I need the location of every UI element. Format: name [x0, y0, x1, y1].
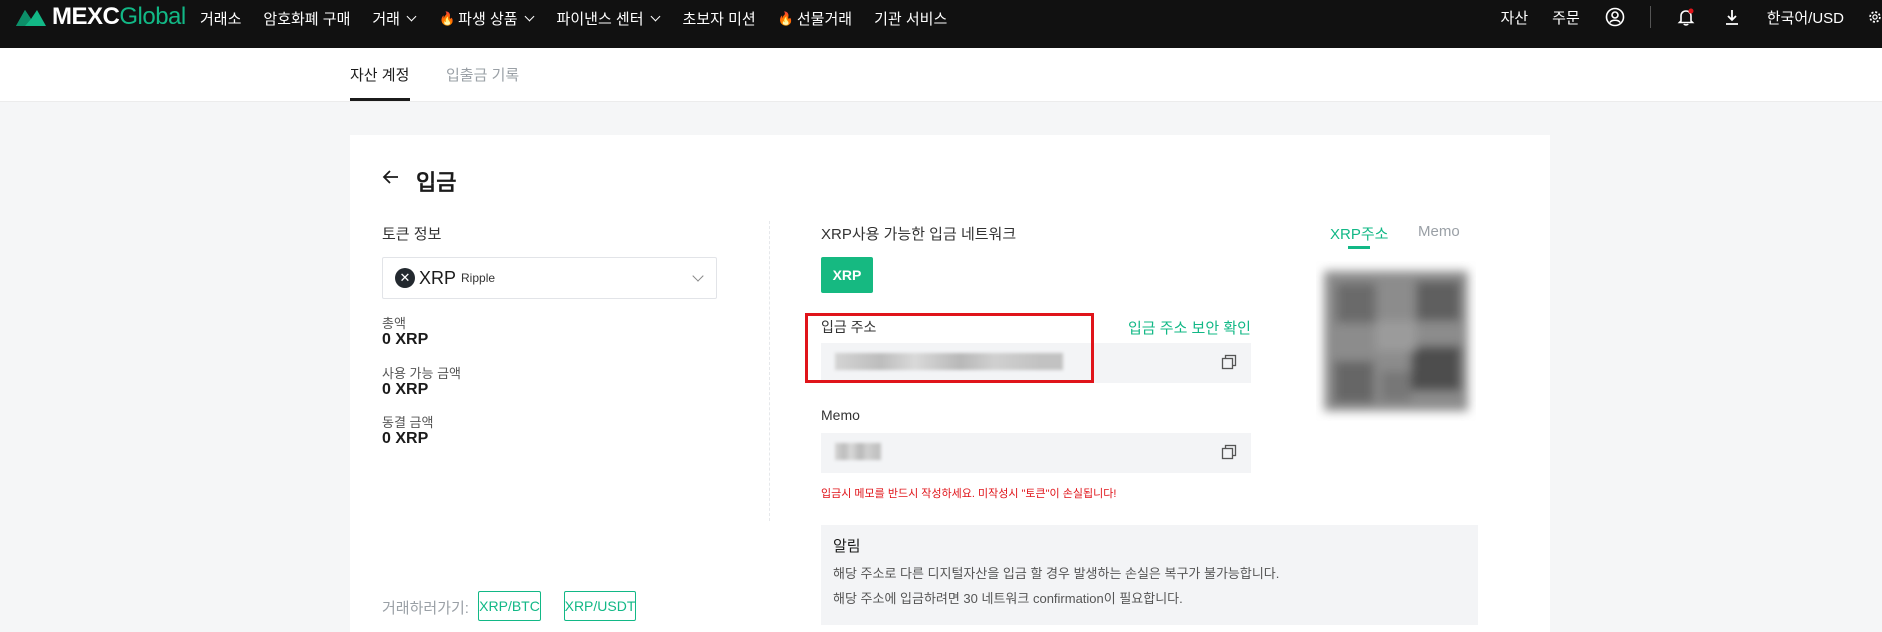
chevron-down-icon: [524, 11, 534, 22]
available-balance-label: 사용 가능 금액: [382, 366, 461, 381]
memo-label: Memo: [821, 407, 860, 423]
frozen-balance-value: 0 XRP: [382, 430, 429, 447]
nav-label: 암호화폐 구매: [263, 11, 351, 28]
nav-label: 거래: [372, 11, 400, 28]
account-tabs-bar: 자산 계정 입출금 기록: [0, 48, 1882, 102]
network-xrp-button[interactable]: XRP: [821, 257, 873, 293]
mexc-logo-icon: [16, 10, 46, 26]
nav-beginner-missions[interactable]: 초보자 미션: [683, 8, 756, 29]
bell-icon[interactable]: [1675, 6, 1697, 28]
back-arrow-icon[interactable]: [382, 168, 400, 192]
brand-suffix: Global: [119, 3, 186, 30]
nav-right-group: 자산 주문 한국어/USD: [1501, 6, 1882, 28]
chevron-down-icon: [406, 11, 417, 22]
memo-field[interactable]: [821, 433, 1251, 473]
active-tab-indicator: [350, 98, 410, 101]
main-menu: 거래소 암호화폐 구매 거래 🔥 파생 상품 파이낸스 센터 초보자 미션 🔥 선물…: [200, 8, 947, 29]
nav-exchange[interactable]: 거래소: [200, 8, 241, 29]
tab-memo[interactable]: Memo: [1418, 223, 1460, 240]
user-icon[interactable]: [1604, 6, 1626, 28]
chevron-down-icon: [692, 270, 704, 282]
tab-deposit-withdraw-history[interactable]: 입출금 기록: [446, 64, 519, 85]
nav-assets[interactable]: 자산: [1501, 7, 1529, 28]
brand-name: MEXC: [52, 3, 120, 30]
deposit-card: 입금 토큰 정보 ✕ XRP Ripple 총액 0 XRP 사용 가능 금액 …: [350, 135, 1550, 632]
verify-address-link[interactable]: 입금 주소 보안 확인: [1128, 317, 1251, 338]
go-trade-label: 거래하러가기:: [382, 600, 469, 617]
nav-label: 선물거래: [796, 11, 853, 28]
xrp-coin-icon: ✕: [395, 268, 415, 288]
tab-xrp-address[interactable]: XRP주소: [1330, 223, 1388, 244]
copy-icon[interactable]: [1221, 444, 1237, 460]
nav-futures[interactable]: 🔥 선물거래: [778, 8, 852, 29]
token-info-label: 토큰 정보: [382, 226, 442, 243]
nav-orders[interactable]: 주문: [1552, 7, 1580, 28]
total-balance-value: 0 XRP: [382, 331, 429, 348]
highlight-annotation: [805, 313, 1094, 383]
gear-icon[interactable]: [1868, 6, 1882, 28]
nav-divider: [1649, 6, 1651, 28]
nav-label: 파이낸스 센터: [556, 11, 644, 28]
token-symbol: XRP: [419, 267, 457, 288]
frozen-balance-label: 동결 금액: [382, 415, 434, 430]
memo-warning: 입금시 메모를 반드시 작성하세요. 미작성시 "토큰"이 손실됩니다!: [821, 488, 1117, 500]
fire-icon: 🔥: [438, 10, 456, 26]
pair-xrp-btc-button[interactable]: XRP/BTC: [478, 591, 541, 621]
brand-logo[interactable]: MEXCGlobal: [14, 3, 186, 30]
nav-derivatives[interactable]: 🔥 파생 상품: [439, 8, 535, 29]
total-balance-label: 총액: [382, 316, 406, 331]
qr-tab-indicator: [1348, 246, 1370, 249]
nav-label: 파생 상품: [458, 11, 518, 28]
language-currency-selector[interactable]: 한국어/USD: [1767, 7, 1844, 28]
download-icon[interactable]: [1721, 6, 1743, 28]
chevron-down-icon: [650, 11, 660, 22]
page-title: 입금: [416, 170, 457, 195]
nav-label: 초보자 미션: [682, 11, 756, 28]
nav-buy-crypto[interactable]: 암호화폐 구매: [263, 8, 350, 29]
nav-institutional[interactable]: 기관 서비스: [874, 8, 947, 29]
nav-trade[interactable]: 거래: [372, 8, 417, 29]
notice-line: 해당 주소에 입금하려면 30 네트워크 confirmation이 필요합니다…: [833, 591, 1183, 606]
token-select[interactable]: ✕ XRP Ripple: [382, 257, 717, 299]
top-navigation: MEXCGlobal 거래소 암호화폐 구매 거래 🔥 파생 상품 파이낸스 센터…: [0, 0, 1882, 48]
qr-code-image: [1316, 261, 1476, 421]
nav-label: 거래소: [200, 11, 242, 28]
notice-box: 알림 해당 주소로 다른 디지털자산을 입금 할 경우 발생하는 손실은 복구가…: [821, 525, 1478, 625]
pair-xrp-usdt-button[interactable]: XRP/USDT: [564, 591, 636, 621]
copy-icon[interactable]: [1221, 354, 1237, 370]
tab-asset-account[interactable]: 자산 계정: [350, 64, 409, 85]
fire-icon: 🔥: [777, 10, 794, 26]
notice-title: 알림: [833, 538, 861, 555]
nav-label: 기관 서비스: [874, 11, 948, 28]
token-name: Ripple: [461, 271, 496, 285]
network-label: XRP사용 가능한 입금 네트워크: [821, 226, 1017, 243]
column-divider: [769, 221, 770, 521]
available-balance-value: 0 XRP: [382, 381, 429, 398]
notice-line: 해당 주소로 다른 디지털자산을 입금 할 경우 발생하는 손실은 복구가 불가…: [833, 566, 1280, 581]
nav-finance-center[interactable]: 파이낸스 센터: [557, 8, 661, 29]
blurred-memo: [835, 443, 881, 460]
